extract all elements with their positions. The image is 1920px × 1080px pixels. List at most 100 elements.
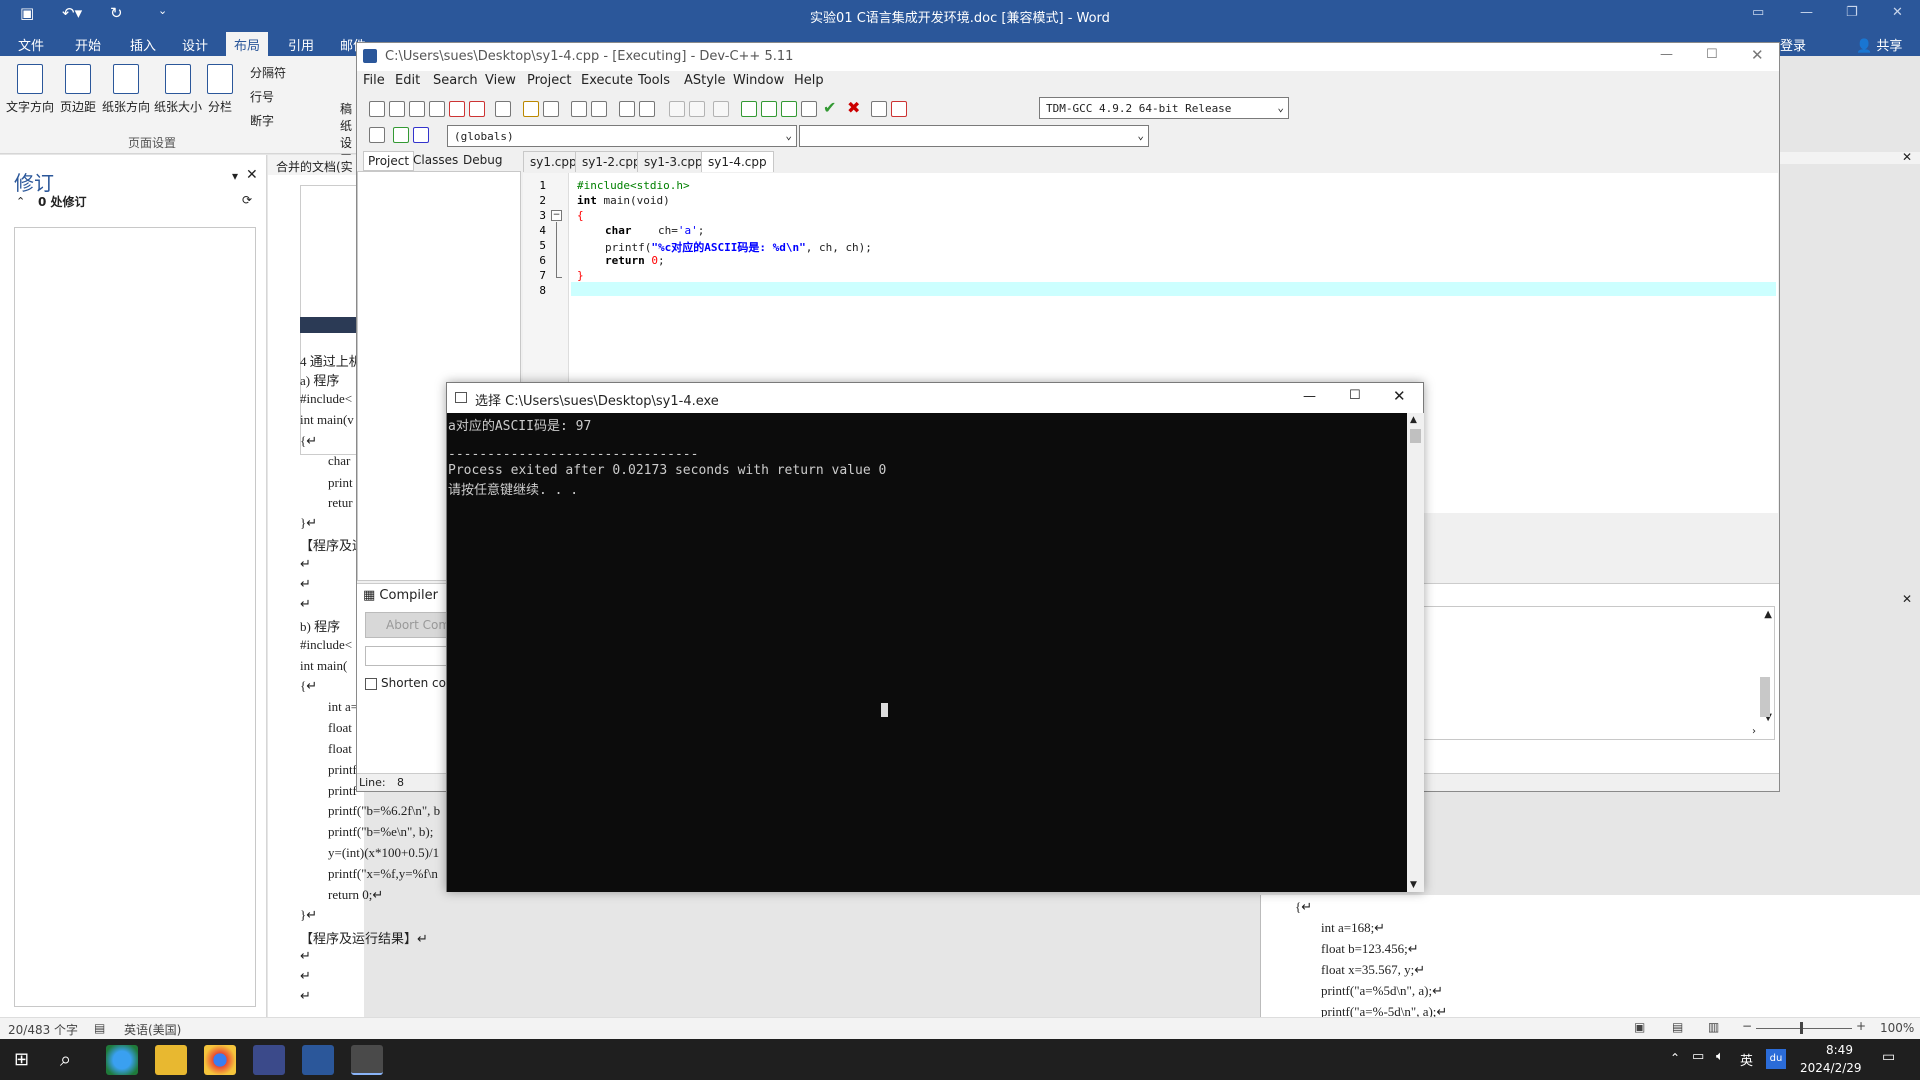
chrome-icon[interactable] <box>204 1045 236 1075</box>
word-count[interactable]: 20/483 个字 <box>8 1021 78 1038</box>
breaks-button[interactable]: 分隔符 <box>250 64 286 81</box>
close-icon[interactable]: ✕ <box>1751 46 1764 64</box>
maximize-icon[interactable]: ☐ <box>1349 388 1361 403</box>
save-all-icon[interactable] <box>429 101 445 117</box>
panel-tab-project[interactable]: Project <box>363 151 415 171</box>
file-tab-sy1-4[interactable]: sy1-4.cpp <box>701 151 774 172</box>
read-mode-icon[interactable]: ▣ <box>1634 1020 1645 1034</box>
edge-icon[interactable] <box>106 1045 138 1075</box>
indent-icon[interactable] <box>619 101 635 117</box>
tab-home[interactable]: 开始 <box>75 35 101 54</box>
devcpp-taskbar-icon[interactable] <box>253 1045 285 1075</box>
compile-run-icon[interactable] <box>781 101 797 117</box>
minimize-icon[interactable]: — <box>1800 5 1813 20</box>
function-select[interactable]: ⌄ <box>799 125 1149 147</box>
tab-insert[interactable]: 插入 <box>130 35 156 54</box>
rebuild-icon[interactable] <box>801 101 817 117</box>
compiler-tab[interactable]: ▦ Compiler <box>363 588 438 603</box>
scrollbar-thumb[interactable] <box>1410 429 1421 443</box>
panel-tab-debug[interactable]: Debug <box>463 153 502 167</box>
menu-astyle[interactable]: AStyle <box>684 73 726 88</box>
review-dropdown-icon[interactable]: ▾ <box>232 169 238 183</box>
line-numbers-button[interactable]: 行号 <box>250 88 274 105</box>
close-all-icon[interactable] <box>469 101 485 117</box>
zoom-out-icon[interactable]: − <box>1742 1019 1752 1033</box>
save-icon[interactable] <box>409 101 425 117</box>
restore-icon[interactable]: ❐ <box>1846 5 1858 20</box>
zoom-level[interactable]: 100% <box>1880 1021 1914 1035</box>
text-direction-button[interactable]: 文字方向 <box>4 64 56 115</box>
proofing-icon[interactable]: ▤ <box>94 1021 105 1035</box>
tab-file[interactable]: 文件 <box>18 35 44 54</box>
run-icon[interactable] <box>761 101 777 117</box>
scroll-down-icon[interactable]: ▼ <box>1410 880 1417 890</box>
margins-button[interactable]: 页边距 <box>52 64 104 115</box>
scrollbar-thumb[interactable] <box>1760 677 1770 717</box>
check-syntax-icon[interactable]: ✔ <box>823 98 836 117</box>
menu-tools[interactable]: Tools <box>638 73 670 88</box>
menu-edit[interactable]: Edit <box>395 73 420 88</box>
size-button[interactable]: 纸张大小 <box>152 64 204 115</box>
volume-icon[interactable]: 🔈︎ <box>1716 1049 1724 1064</box>
stop-execution-icon[interactable]: ✖ <box>847 98 860 117</box>
refresh-icon[interactable]: ⟳ <box>242 193 252 207</box>
share-button[interactable]: 👤 共享 <box>1856 35 1902 54</box>
bookmark-prev-icon[interactable] <box>669 101 685 117</box>
login-link[interactable]: 登录 <box>1780 35 1806 54</box>
zoom-slider[interactable] <box>1756 1028 1852 1029</box>
network-icon[interactable]: ▭ <box>1692 1049 1704 1064</box>
scroll-up-icon[interactable]: ▲ <box>1764 609 1772 620</box>
notification-icon[interactable]: ▭ <box>1882 1049 1895 1065</box>
unindent-icon[interactable] <box>639 101 655 117</box>
clock-date[interactable]: 2024/2/29 <box>1800 1061 1862 1075</box>
console-scrollbar[interactable]: ▲ ▼ <box>1407 413 1424 892</box>
scroll-up-icon[interactable]: ▲ <box>1410 415 1417 425</box>
clock-time[interactable]: 8:49 <box>1826 1043 1853 1057</box>
collapse-icon[interactable]: ⌃ <box>16 195 25 208</box>
tab-references[interactable]: 引用 <box>288 35 314 54</box>
compile-icon[interactable] <box>741 101 757 117</box>
fold-collapse-icon[interactable]: − <box>551 210 562 221</box>
zoom-slider-thumb[interactable] <box>1800 1022 1803 1034</box>
goto-line-icon[interactable] <box>713 101 729 117</box>
ime-indicator[interactable]: 英 <box>1740 1050 1753 1069</box>
start-icon[interactable]: ⊞ <box>14 1049 29 1070</box>
menu-search[interactable]: Search <box>433 73 478 88</box>
panel-tab-classes[interactable]: Classes <box>413 153 458 167</box>
replace-icon[interactable] <box>591 101 607 117</box>
find-icon[interactable] <box>571 101 587 117</box>
print-layout-icon[interactable]: ▤ <box>1672 1020 1683 1034</box>
zoom-in-icon[interactable]: + <box>1856 1019 1866 1033</box>
minimize-icon[interactable]: — <box>1303 389 1316 404</box>
tab-layout[interactable]: 布局 <box>226 32 269 56</box>
new-file-icon[interactable] <box>369 101 385 117</box>
class-browser-icon[interactable] <box>369 127 385 143</box>
undo-icon[interactable] <box>523 101 539 117</box>
redo-icon[interactable] <box>543 101 559 117</box>
orientation-button[interactable]: 纸张方向 <box>100 64 152 115</box>
word-taskbar-icon[interactable] <box>302 1045 334 1075</box>
close-icon[interactable]: ✕ <box>1892 5 1903 20</box>
insert-icon[interactable] <box>393 127 409 143</box>
menu-execute[interactable]: Execute <box>581 73 633 88</box>
scroll-right-icon[interactable]: › <box>1752 726 1756 737</box>
profile-icon[interactable] <box>871 101 887 117</box>
menu-window[interactable]: Window <box>733 73 784 88</box>
ribbon-display-icon[interactable]: ▭ <box>1752 5 1764 20</box>
language-indicator[interactable]: 英语(美国) <box>124 1021 181 1038</box>
close-file-icon[interactable] <box>449 101 465 117</box>
hyphenation-button[interactable]: 断字 <box>250 112 274 129</box>
file-tab-sy1-3[interactable]: sy1-3.cpp <box>637 151 710 172</box>
close-icon[interactable]: ✕ <box>1393 387 1406 405</box>
toggle-bookmark-icon[interactable] <box>413 127 429 143</box>
console-output[interactable]: a对应的ASCII码是: 97 ------------------------… <box>447 413 1407 892</box>
maximize-icon[interactable]: ☐ <box>1706 47 1718 62</box>
search-icon[interactable]: ⌕ <box>60 1047 71 1071</box>
close-icon[interactable]: ✕ <box>1902 150 1912 164</box>
console-taskbar-icon[interactable] <box>351 1045 383 1075</box>
menu-help[interactable]: Help <box>794 73 824 88</box>
file-explorer-icon[interactable] <box>155 1045 187 1075</box>
compiler-select[interactable]: TDM-GCC 4.9.2 64-bit Release ⌄ <box>1039 97 1289 119</box>
menu-file[interactable]: File <box>363 73 385 88</box>
scope-select[interactable]: (globals) ⌄ <box>447 125 797 147</box>
